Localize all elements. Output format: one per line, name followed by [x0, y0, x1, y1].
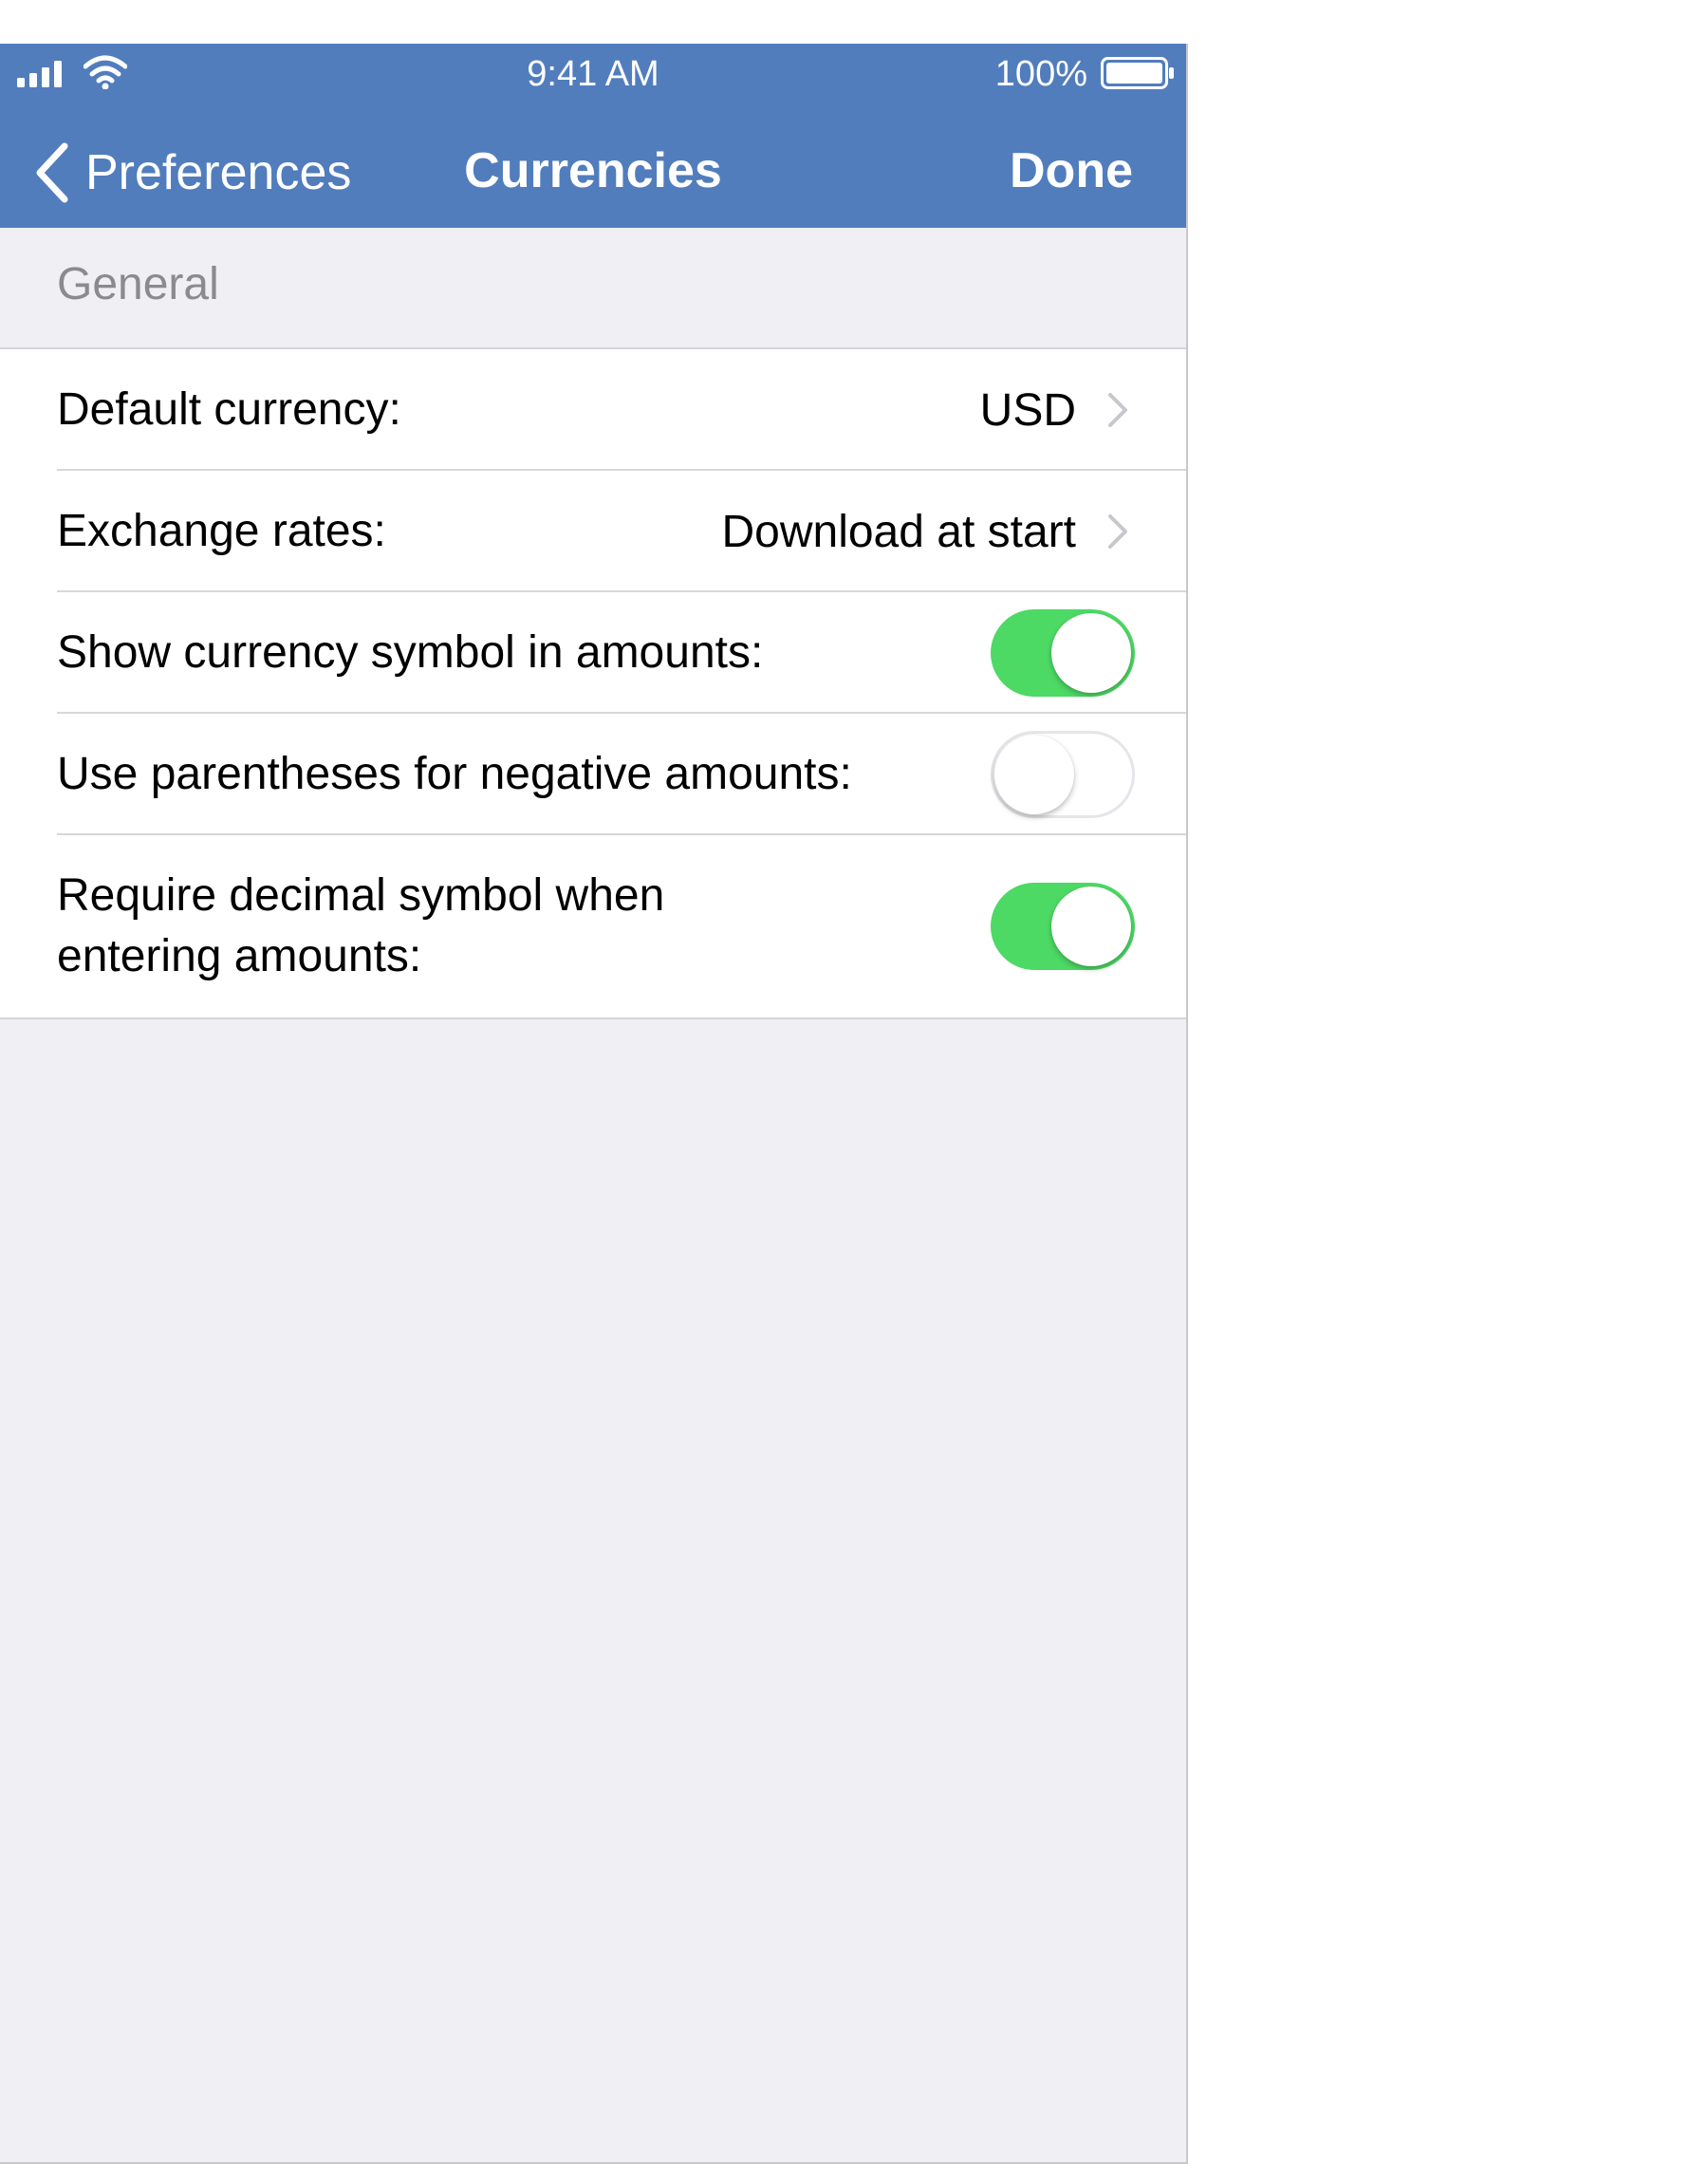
parentheses-negative-toggle[interactable]: [991, 731, 1135, 818]
battery-icon: [1101, 57, 1174, 89]
parentheses-negative-label: Use parentheses for negative amounts:: [57, 749, 852, 799]
default-currency-label: Default currency:: [57, 384, 401, 435]
default-currency-value: USD: [979, 384, 1076, 436]
done-button[interactable]: Done: [1010, 142, 1133, 199]
status-bar: 9:41 AM 100%: [0, 44, 1186, 103]
battery-percentage: 100%: [994, 54, 1087, 94]
parentheses-negative-row: Use parentheses for negative amounts:: [0, 714, 1186, 835]
require-decimal-toggle[interactable]: [991, 883, 1135, 970]
show-currency-symbol-label: Show currency symbol in amounts:: [57, 627, 764, 678]
section-header-general: General: [57, 259, 219, 309]
chevron-right-icon: [1108, 514, 1127, 549]
page-title: Currencies: [464, 143, 722, 198]
default-currency-row[interactable]: Default currency: USD: [0, 349, 1186, 471]
navigation-header: 9:41 AM 100% Preferences Currencies Done: [0, 44, 1186, 228]
toggle-knob: [1051, 886, 1131, 966]
exchange-rates-value: Download at start: [721, 506, 1076, 557]
exchange-rates-row[interactable]: Exchange rates: Download at start: [0, 471, 1186, 592]
require-decimal-row: Require decimal symbol when entering amo…: [0, 835, 1186, 1017]
phone-screen: 9:41 AM 100% Preferences Currencies Done…: [0, 44, 1188, 2164]
settings-list: Default currency: USD Exchange rates: Do…: [0, 347, 1186, 1019]
toggle-knob: [994, 735, 1074, 814]
chevron-right-icon: [1108, 393, 1127, 427]
show-currency-symbol-toggle[interactable]: [991, 609, 1135, 697]
toggle-knob: [1051, 613, 1131, 693]
require-decimal-label: Require decimal symbol when entering amo…: [57, 870, 665, 981]
show-currency-symbol-row: Show currency symbol in amounts:: [0, 592, 1186, 714]
exchange-rates-label: Exchange rates:: [57, 506, 386, 556]
